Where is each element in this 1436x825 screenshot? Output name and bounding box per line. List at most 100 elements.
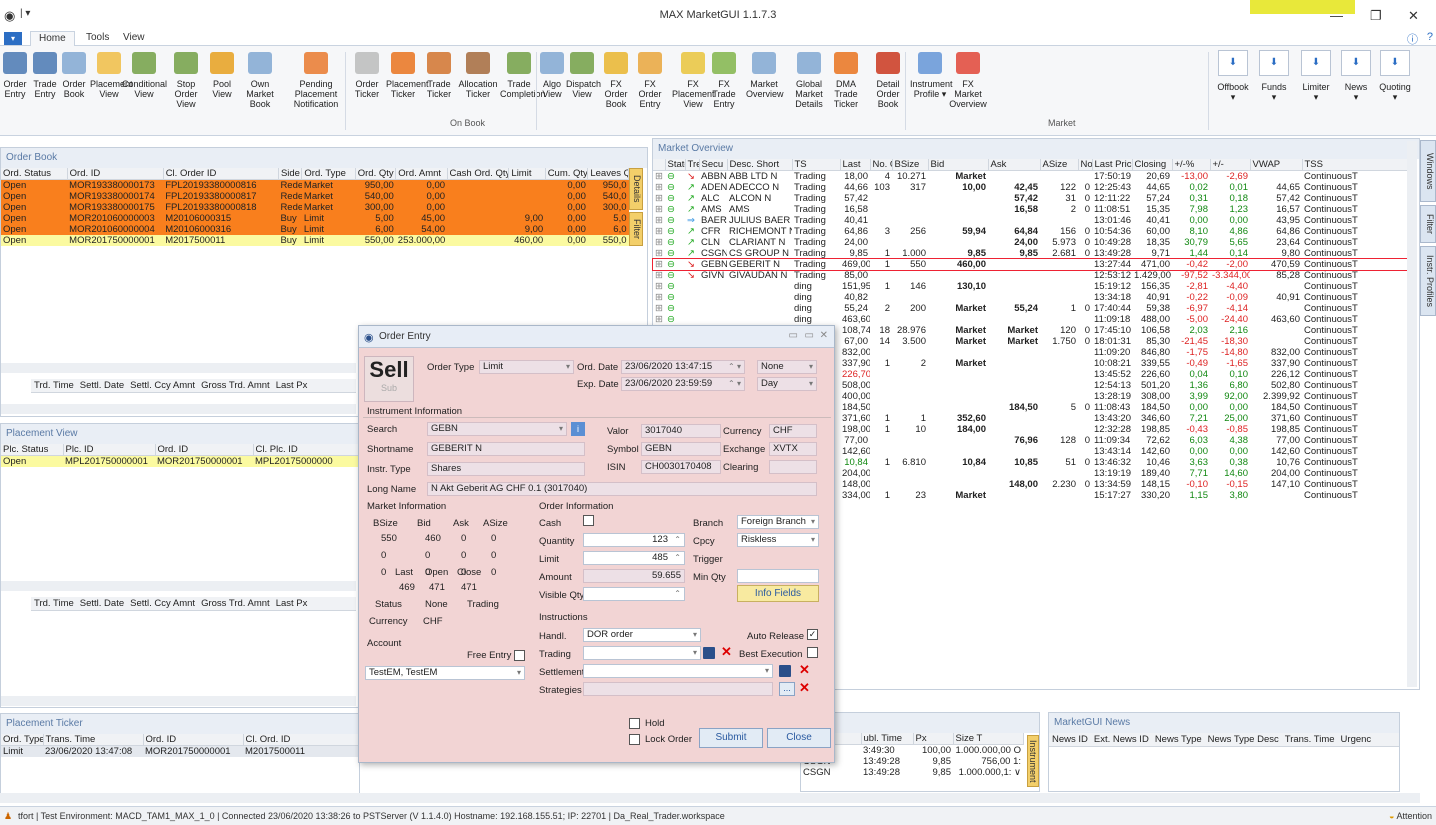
table-row[interactable]: Open MOR193380000174 FPL20193380000817 Rede… (1, 191, 629, 202)
ribbon-button-25[interactable]: FX Market Overview (948, 50, 988, 109)
filter-tab[interactable]: Filter (629, 212, 643, 246)
instr-profiles-side-tab[interactable]: Instr. Profiles (1420, 246, 1436, 316)
table-row[interactable]: Open MPL201750000001 MOR201750000001 MPL201… (1, 455, 361, 467)
handl-select[interactable]: DOR order ▾ (583, 628, 701, 642)
table-row[interactable]: Open MOR201060000003 M20106000315 Buy Limit 5… (1, 213, 629, 224)
column-header[interactable]: Settl. Ccy Amnt (127, 379, 198, 392)
info-icon[interactable]: ⓘ (1407, 31, 1418, 47)
ribbon-button-7[interactable]: Own Market Book (238, 50, 282, 109)
column-header[interactable]: No. O (870, 159, 893, 171)
ribbon-button-5[interactable]: Stop Order View (165, 50, 207, 109)
ribbon-button-1[interactable]: Trade Entry (30, 50, 60, 99)
column-header[interactable]: News ID (1049, 733, 1091, 746)
settlement-clear-icon[interactable]: ✕ (799, 662, 810, 678)
order-type-select[interactable]: Limit ▾ (479, 360, 574, 374)
close-icon[interactable]: ✕ (1408, 8, 1419, 24)
exp-date-field[interactable]: 23/06/2020 23:59:59 ⌃ ▾ (621, 377, 745, 391)
dialog-maximize-icon[interactable]: ▭ (805, 330, 814, 341)
table-row[interactable]: ⊞ ⊖ ↗ CFR RICHEMONT N Trading 64,86 3 256 59,94 64… (653, 226, 1409, 237)
table-row[interactable]: ⊞ ⊖ ding 151,95 1 146 130,10 15:19:12 156,35 -2,8… (653, 281, 1409, 292)
ribbon-button-16[interactable]: FX Order Book (600, 50, 632, 109)
strategies-browse-button[interactable]: ... (779, 682, 795, 696)
clear-icon[interactable]: ✕ (721, 644, 732, 660)
free-entry-checkbox[interactable] (514, 650, 525, 661)
close-button[interactable]: Close (767, 728, 831, 748)
table-row[interactable]: ⊞ ⊖ ↘ ABBN ABB LTD N Trading 18,00 4 10.271 Marke… (653, 171, 1409, 183)
ribbon-button-15[interactable]: Dispatch View (566, 50, 601, 99)
dropdown-1[interactable]: Funds ▾ (1256, 82, 1292, 102)
column-header[interactable]: Ord. Qty (355, 168, 397, 180)
table-row[interactable]: ⊞ ⊖ ↗ ALC ALCON N Trading 57,42 57,42 31 0 12:11:2… (653, 193, 1409, 204)
ribbon-button-22[interactable]: DMA Trade Ticker (826, 50, 866, 109)
column-header[interactable]: Cl. Ord. ID (243, 734, 362, 746)
ribbon-button-20[interactable]: Market Overview (746, 50, 784, 99)
dialog-close-icon[interactable]: ✕ (820, 330, 828, 341)
attention-indicator[interactable]: ◒ Attention (1389, 807, 1432, 825)
column-header[interactable]: Secu (699, 159, 728, 171)
column-header[interactable]: Ord. Type (301, 168, 356, 180)
dropdown-2[interactable]: Limiter ▾ (1298, 82, 1334, 102)
ribbon-button-11[interactable]: Trade Ticker (422, 50, 456, 99)
expand-icon[interactable]: ⊞ (653, 292, 665, 303)
table-row[interactable]: ⊞ ⊖ ↗ AMS AMS Trading 16,58 16,58 2 0 11:08:51 15,3… (653, 204, 1409, 215)
dropdown-0[interactable]: Offbook ▾ (1215, 82, 1251, 102)
expand-icon[interactable]: ⊞ (653, 248, 665, 259)
column-header[interactable]: Side (278, 168, 303, 180)
expand-icon[interactable]: ⊞ (653, 171, 665, 183)
expand-icon[interactable]: ⊞ (653, 281, 665, 292)
column-header[interactable]: Trans. Time (1282, 733, 1338, 746)
ob-trade-hscroll[interactable] (1, 404, 356, 414)
table-row[interactable]: ⊞ ⊖ ↘ GEBN GEBERIT N Trading 469,00 1 550 460,00 1… (652, 258, 1410, 271)
column-header[interactable]: News Type Desc (1205, 733, 1282, 746)
column-header[interactable]: Ask (988, 159, 1041, 171)
column-header[interactable]: Cum. Qty (545, 168, 589, 180)
branch-select[interactable]: Foreign Branch ▾ (737, 515, 819, 529)
column-header[interactable]: Leaves Q (587, 168, 629, 180)
column-header[interactable]: Trd. Time (31, 379, 77, 392)
column-header[interactable]: Ord. ID (67, 168, 164, 180)
best-exec-checkbox[interactable] (807, 647, 818, 658)
file-menu-button[interactable]: ▾ (4, 32, 22, 45)
column-header[interactable]: Trans. Time (43, 734, 144, 746)
details-tab[interactable]: Details (629, 168, 643, 210)
column-header[interactable]: Size T (953, 733, 1024, 745)
settlement-select[interactable]: ▾ (583, 664, 773, 678)
ord-date-field[interactable]: 23/06/2020 13:47:15 ⌃ ▾ (621, 360, 745, 374)
column-header[interactable]: Ord. Amnt (395, 168, 448, 180)
column-header[interactable]: Ord. Type (1, 734, 44, 746)
dialog-minimize-icon[interactable]: ▭ (789, 330, 798, 341)
maximize-icon[interactable]: ❐ (1370, 8, 1382, 24)
limit-stepper[interactable]: 485 ⌃ (583, 551, 685, 565)
table-row[interactable]: ⊞ ⊖ ↘ GIVN GIVAUDAN N Trading 85,00 12:53:12 1.4… (653, 270, 1409, 281)
info-icon[interactable]: i (571, 422, 585, 436)
column-header[interactable]: Trd. Time (31, 597, 77, 610)
column-header[interactable]: Cl. Plc. ID (253, 444, 362, 456)
submit-button[interactable]: Submit (699, 728, 763, 748)
market-overview-vscroll[interactable] (1407, 141, 1417, 687)
filter-side-tab[interactable]: Filter (1420, 205, 1436, 243)
dropdown-3[interactable]: News ▾ (1338, 82, 1374, 102)
tab-view[interactable]: View (115, 31, 153, 46)
column-header[interactable]: Settl. Date (77, 597, 127, 610)
ribbon-button-12[interactable]: Allocation Ticker (458, 50, 498, 99)
column-header[interactable]: Settl. Ccy Amnt (127, 597, 198, 610)
expand-icon[interactable]: ⊞ (653, 314, 665, 325)
minqty-field[interactable] (737, 569, 819, 583)
ribbon-button-10[interactable]: Placement Ticker (386, 50, 429, 99)
ribbon-button-23[interactable]: Detail Order Book (868, 50, 908, 109)
column-header[interactable]: State (665, 159, 686, 171)
column-header[interactable]: Last Px (273, 379, 311, 392)
table-row[interactable]: Open MOR201060000004 M20106000316 Buy Limit 6… (1, 224, 629, 235)
lock-order-checkbox[interactable] (629, 734, 640, 745)
table-row[interactable]: Open MOR201750000001 M2017500011 Buy Limit 55… (1, 235, 629, 246)
table-row[interactable]: ⊞ ⊖ ding 463,60 11:09:18 488,00 -5,00 -24,40 463… (653, 314, 1409, 325)
trading-select[interactable]: ▾ (583, 646, 701, 660)
minimize-icon[interactable]: — (1330, 8, 1343, 23)
expand-icon[interactable]: ⊞ (653, 259, 665, 270)
ribbon-button-6[interactable]: Pool View (210, 50, 234, 99)
expand-icon[interactable]: ⊞ (653, 270, 665, 281)
column-header[interactable]: Cl. Order ID (163, 168, 279, 180)
tab-tools[interactable]: Tools (78, 31, 117, 46)
column-header[interactable]: +/-% (1172, 159, 1211, 171)
column-header[interactable]: Ext. News ID (1091, 733, 1152, 746)
